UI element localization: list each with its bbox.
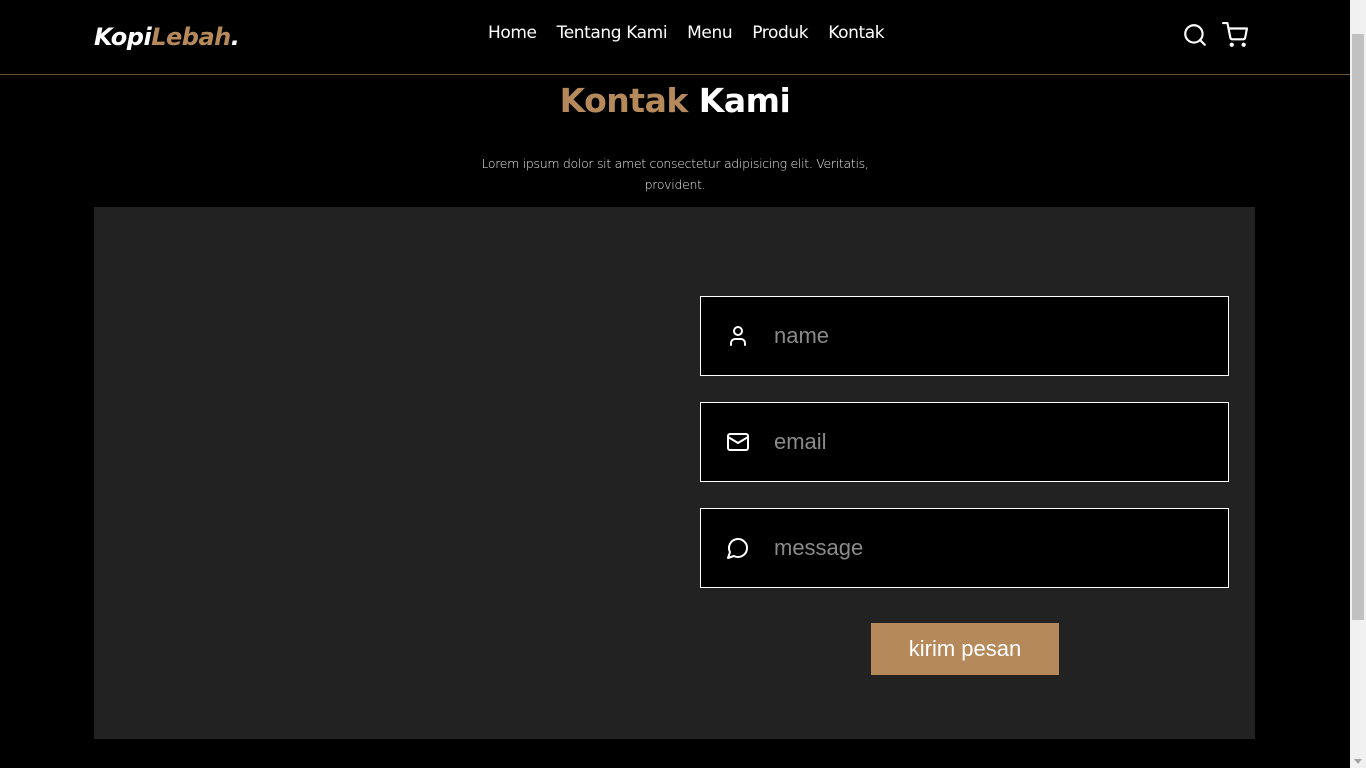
scrollbar[interactable] <box>1350 0 1366 768</box>
nav-links: Home Tentang Kami Menu Produk Kontak <box>478 22 894 46</box>
mail-icon <box>727 433 749 451</box>
user-icon <box>730 326 746 346</box>
message-circle-icon <box>727 538 748 559</box>
email-input[interactable] <box>774 422 1228 462</box>
search-icon[interactable] <box>1182 22 1208 48</box>
nav-link-kontak[interactable]: Kontak <box>828 22 884 46</box>
contact-form: kirim pesan <box>700 296 1229 675</box>
scroll-down-arrow-icon[interactable] <box>1354 759 1362 764</box>
email-input-group <box>700 402 1229 482</box>
brand-logo[interactable]: KopiLebah. <box>94 21 240 53</box>
navbar: KopiLebah. Home Tentang Kami Menu Produk… <box>0 0 1350 75</box>
brand-name-part3: . <box>230 23 240 51</box>
brand-name-part1: Kopi <box>94 23 152 51</box>
page: KopiLebah. Home Tentang Kami Menu Produk… <box>0 0 1366 768</box>
nav-link-produk[interactable]: Produk <box>752 22 808 46</box>
section-title-rest: Kami <box>698 81 791 120</box>
message-input-group <box>700 508 1229 588</box>
name-input-group <box>700 296 1229 376</box>
name-input[interactable] <box>774 316 1228 356</box>
brand-name-part2: Lebah <box>151 23 231 51</box>
nav-link-home[interactable]: Home <box>488 22 537 46</box>
shopping-cart-icon[interactable] <box>1222 22 1248 48</box>
section-title-accent: Kontak <box>559 81 689 120</box>
contact-panel: kirim pesan <box>94 207 1255 739</box>
nav-icons <box>1182 22 1248 48</box>
section-subtitle: Lorem ipsum dolor sit amet consectetur a… <box>481 155 869 192</box>
nav-link-menu[interactable]: Menu <box>687 22 732 46</box>
message-input[interactable] <box>774 528 1228 568</box>
section-title: Kontak Kami <box>0 80 1350 122</box>
submit-button[interactable]: kirim pesan <box>871 623 1059 675</box>
scrollbar-thumb[interactable] <box>1352 34 1364 620</box>
nav-link-tentang-kami[interactable]: Tentang Kami <box>557 22 668 46</box>
map-area <box>94 207 674 739</box>
